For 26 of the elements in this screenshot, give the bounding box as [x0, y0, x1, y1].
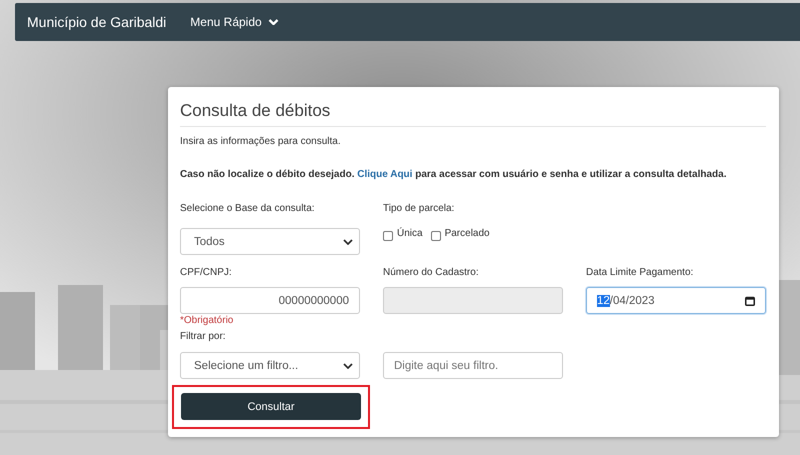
chevron-down-icon	[343, 362, 353, 368]
checkbox[interactable]	[430, 231, 441, 241]
field-label: CPF/CNPJ:	[180, 267, 233, 279]
filter-input[interactable]: Digite aqui seu filtro.	[383, 352, 563, 379]
field-label: Número do Cadastro:	[383, 267, 480, 279]
field-label: Filtrar por:	[180, 331, 227, 343]
filter-select[interactable]: Selecione um filtro...	[180, 352, 360, 379]
chevron-down-icon	[343, 238, 353, 244]
cpf-input[interactable]: 00000000000	[180, 287, 360, 314]
site-title[interactable]: Município de Garibaldi	[27, 14, 166, 30]
chevron-down-icon	[268, 19, 279, 25]
checkbox-label: Única	[397, 228, 423, 239]
checkbox[interactable]	[383, 231, 393, 241]
menu-button[interactable]: Menu Rápido	[190, 15, 279, 29]
field-label: Selecione o Base da consulta:	[180, 203, 316, 215]
click-here-link[interactable]: Clique Aqui	[357, 169, 412, 180]
calendar-icon[interactable]	[745, 296, 755, 306]
form-title: Consulta de débitos	[180, 101, 766, 127]
notice-text: Caso não localize o débito desejado. Clique Aqui para acessar com usuário e senha e utilizar a consulta detalhada.	[180, 169, 728, 180]
checkbox-label: Parcelado	[444, 228, 490, 239]
field-label: Data Limite Pagamento:	[586, 267, 694, 279]
consult-button[interactable]: Consultar	[181, 393, 361, 420]
base-select[interactable]: Todos	[180, 228, 360, 255]
required-note: *Obrigatório	[180, 315, 234, 328]
field-label: Tipo de parcela:	[383, 203, 456, 215]
intro-text: Insira as informações para consulta.	[180, 136, 342, 147]
